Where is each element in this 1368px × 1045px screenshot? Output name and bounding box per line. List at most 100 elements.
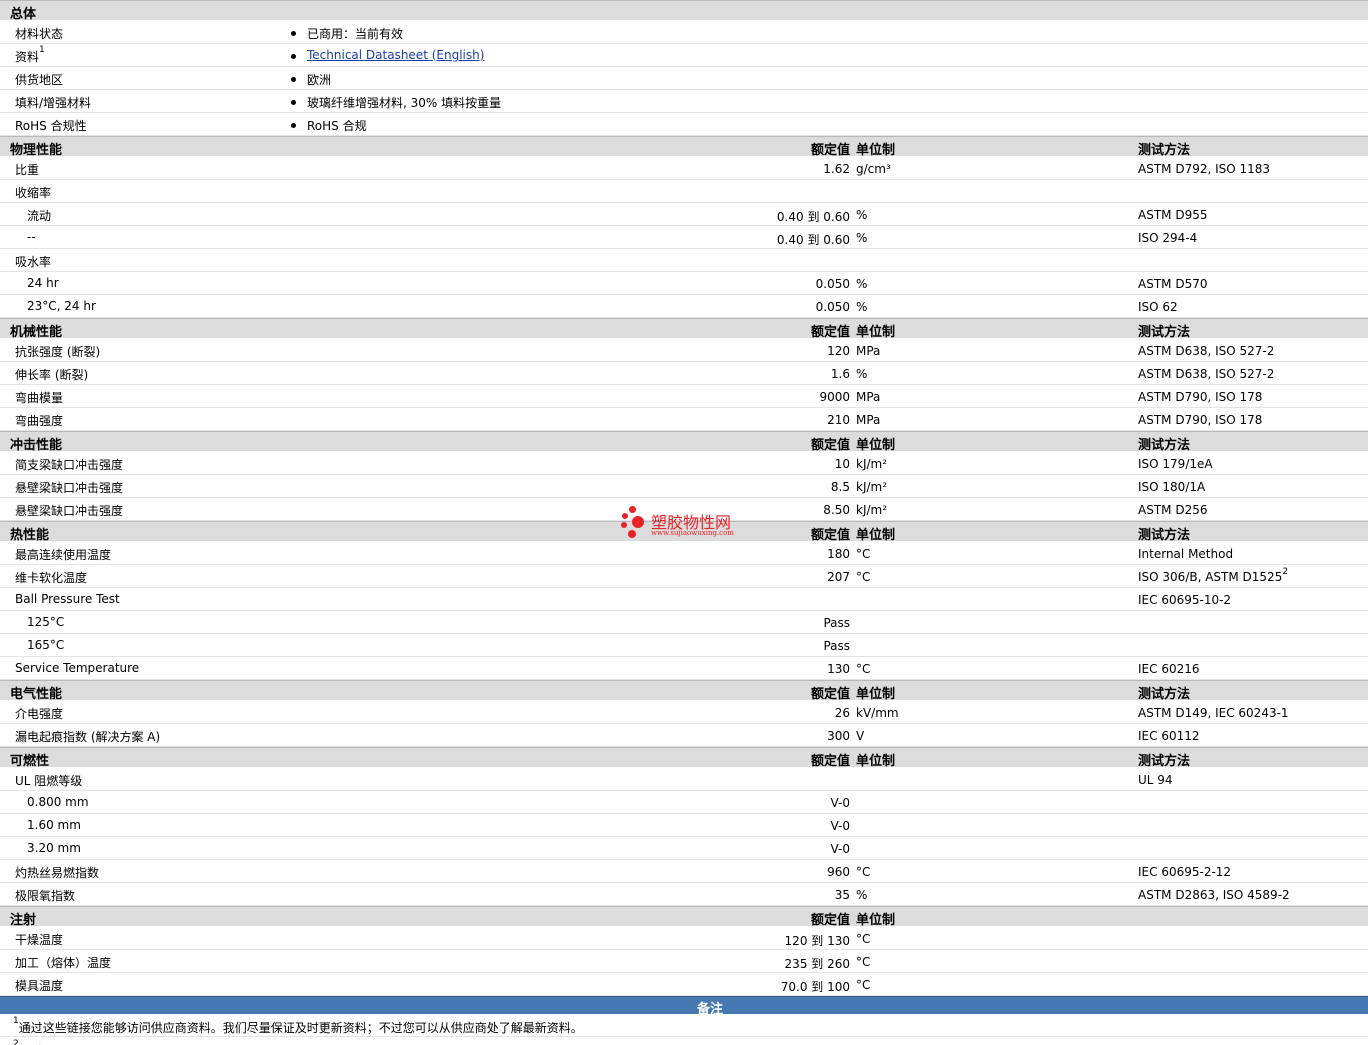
- property-row: 弯曲强度 210 MPa ASTM D790, ISO 178: [0, 408, 1368, 431]
- property-value: Pass: [823, 639, 850, 653]
- property-unit: kJ/m²: [856, 480, 888, 494]
- property-label: 介电强度: [15, 707, 64, 721]
- property-value: 8.5: [830, 480, 850, 494]
- property-label: 漏电起痕指数 (解决方案 A): [15, 730, 161, 744]
- property-value: V-0: [830, 842, 850, 856]
- column-header-test-method: 测试方法: [1138, 528, 1191, 543]
- general-row: 填料/增强材料 玻璃纤维增强材料, 30% 填料按重量: [0, 90, 1368, 113]
- property-label: 资料1: [15, 45, 45, 65]
- property-value: Technical Datasheet (English): [307, 48, 484, 62]
- property-unit: g/cm³: [856, 162, 891, 176]
- footnote-row: 2压 力2 (50N): [0, 1037, 1368, 1045]
- test-method: ISO 294-4: [1138, 231, 1197, 245]
- property-row: 收缩率: [0, 180, 1368, 203]
- footnote-number: 2: [13, 1039, 19, 1045]
- test-method: ASTM D149, IEC 60243-1: [1138, 706, 1289, 720]
- property-row: -- 0.40 到 0.60% ISO 294-4: [0, 226, 1368, 249]
- test-method-text: ISO 180/1A: [1138, 480, 1206, 494]
- property-row: 极限氧指数 35% ASTM D2863, ISO 4589-2: [0, 883, 1368, 906]
- bullet-icon: [291, 77, 296, 82]
- section-title: 物理性能: [10, 143, 63, 158]
- test-method: ISO 179/1eA: [1138, 457, 1213, 471]
- property-unit: kJ/m²: [856, 457, 888, 471]
- footnote-number: 1: [13, 1016, 19, 1026]
- property-label: 维卡软化温度: [15, 571, 88, 585]
- property-value: 已商用：当前有效: [307, 25, 403, 42]
- property-label: 抗张强度 (断裂): [15, 345, 101, 359]
- property-value: 207: [827, 570, 850, 584]
- datasheet-link[interactable]: Technical Datasheet (English): [307, 48, 484, 62]
- bullet-icon: [291, 54, 296, 59]
- property-value: 9000: [819, 390, 850, 404]
- property-value: V-0: [830, 819, 850, 833]
- property-row: 抗张强度 (断裂) 120 MPa ASTM D638, ISO 527-2: [0, 339, 1368, 362]
- property-label: 弯曲强度: [15, 414, 64, 428]
- property-row: 维卡软化温度 207 °C ISO 306/B, ASTM D15252: [0, 565, 1368, 588]
- test-method: ASTM D2863, ISO 4589-2: [1138, 888, 1290, 902]
- property-row: 3.20 mm V-0: [0, 837, 1368, 860]
- property-unit: V: [856, 729, 865, 743]
- section-header: 物理性能 额定值 单位制 测试方法: [0, 136, 1368, 158]
- property-label: 流动: [27, 209, 52, 223]
- property-row: 灼热丝易燃指数 960 °C IEC 60695-2-12: [0, 860, 1368, 883]
- property-label: 1.60 mm: [27, 818, 81, 832]
- property-row: 悬壁梁缺口冲击强度 8.5 kJ/m² ISO 180/1A: [0, 475, 1368, 498]
- property-row: 24 hr 0.050% ASTM D570: [0, 272, 1368, 295]
- test-method: IEC 60695-10-2: [1138, 593, 1231, 607]
- property-value-text: 已商用：当前有效: [307, 27, 404, 41]
- property-row: 吸水率: [0, 249, 1368, 272]
- property-value: V-0: [830, 796, 850, 810]
- section-title: 冲击性能: [10, 438, 63, 453]
- property-value-text: 玻璃纤维增强材料, 30% 填料按重量: [307, 96, 502, 110]
- property-unit: kJ/m²: [856, 503, 888, 517]
- property-value-text: RoHS 合规: [307, 119, 367, 133]
- section-title: 总体: [10, 7, 37, 22]
- property-row: Service Temperature 130 °C IEC 60216: [0, 657, 1368, 680]
- property-value: 300: [827, 729, 850, 743]
- property-row: 伸长率 (断裂) 1.6% ASTM D638, ISO 527-2: [0, 362, 1368, 385]
- property-value: 120: [827, 344, 850, 358]
- property-label: Ball Pressure Test: [15, 592, 120, 606]
- test-method-text: ASTM D149, IEC 60243-1: [1138, 706, 1289, 720]
- property-label: 24 hr: [27, 276, 59, 290]
- property-value: 8.50: [823, 503, 850, 517]
- property-label: 干燥温度: [15, 933, 64, 947]
- logo-dots-icon: [620, 506, 648, 540]
- property-unit: MPa: [856, 413, 881, 427]
- test-method-text: ASTM D792, ISO 1183: [1138, 162, 1271, 176]
- property-value: 120 到 130: [784, 934, 850, 948]
- column-header-value: 额定值: [810, 913, 850, 928]
- property-value: 1.6: [830, 367, 850, 381]
- property-unit: %: [856, 231, 868, 245]
- property-row: 模具温度 70.0 到 100 °C: [0, 973, 1368, 996]
- property-row: 0.800 mm V-0: [0, 791, 1368, 814]
- property-value: 0.40 到 0.60: [776, 233, 850, 247]
- test-method-text: ASTM D790, ISO 178: [1138, 390, 1263, 404]
- property-label: 简支梁缺口冲击强度: [15, 458, 124, 472]
- property-label: 3.20 mm: [27, 841, 81, 855]
- test-method-text: ASTM D2863, ISO 4589-2: [1138, 888, 1290, 902]
- property-unit: kV/mm: [856, 706, 899, 720]
- property-label: --: [27, 230, 36, 244]
- footnote-text: 通过这些链接您能够访问供应商资料。我们尽量保证及时更新资料；不过您可以从供应商处…: [18, 1021, 583, 1035]
- property-label: 23°C, 24 hr: [27, 299, 96, 313]
- property-label: 悬壁梁缺口冲击强度: [15, 504, 124, 518]
- test-method-text: ISO 306/B, ASTM D1525: [1138, 570, 1283, 584]
- section-header: 可燃性 额定值 单位制 测试方法: [0, 747, 1368, 769]
- property-label: 弯曲模量: [15, 391, 64, 405]
- section-header: 注射 额定值 单位制: [0, 906, 1368, 928]
- test-method: ISO 180/1A: [1138, 480, 1205, 494]
- property-row: 弯曲模量 9000 MPa ASTM D790, ISO 178: [0, 385, 1368, 408]
- footnote-row: 1通过这些链接您能够访问供应商资料。我们尽量保证及时更新资料；不过您可以从供应商…: [0, 1014, 1368, 1037]
- notes-header: 备注: [0, 996, 1368, 1017]
- property-label: 极限氧指数: [15, 889, 76, 903]
- property-label: 悬壁梁缺口冲击强度: [15, 481, 124, 495]
- property-unit: °C: [856, 955, 871, 969]
- property-row: 漏电起痕指数 (解决方案 A) 300 V IEC 60112: [0, 724, 1368, 747]
- column-header-value: 额定值: [810, 143, 850, 158]
- property-unit: MPa: [856, 344, 881, 358]
- test-method: ASTM D792, ISO 1183: [1138, 162, 1270, 176]
- test-method-text: ASTM D955: [1138, 208, 1208, 222]
- column-header-unit: 单位制: [856, 913, 896, 928]
- property-value: RoHS 合规: [307, 117, 367, 134]
